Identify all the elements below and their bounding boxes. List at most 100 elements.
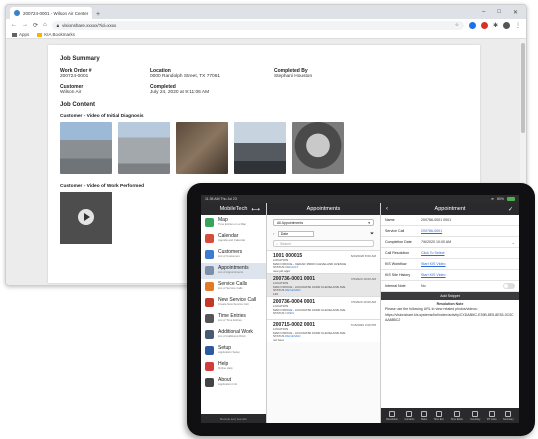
photo-thumbnail[interactable] (60, 122, 112, 174)
nav-item-about[interactable]: About Application Info (201, 375, 266, 391)
additional-work-icon (205, 330, 214, 339)
reload-icon[interactable]: ⟳ (33, 22, 38, 29)
detail-key: KIS Workflow (385, 262, 407, 266)
nav-item-text: Help Online Help (218, 361, 233, 370)
nav-item-customers[interactable]: Customers List of Customers (201, 247, 266, 263)
minimize-icon[interactable]: – (482, 9, 485, 16)
forward-icon[interactable]: → (22, 22, 28, 28)
appointment-row[interactable]: 200736-0001 0001 7/6/2020 10:00 AM LOCATIO… (267, 273, 380, 296)
toolbar-summary[interactable]: Summary (503, 410, 514, 421)
checkmark-icon[interactable]: ✓ (508, 206, 513, 213)
internal-note-toggle[interactable] (503, 283, 515, 289)
star-icon[interactable]: ☆ (455, 22, 459, 28)
job-content-heading: Job Content (60, 102, 95, 108)
bookmark-apps[interactable]: Apps (12, 32, 29, 37)
sort-arrow-icon[interactable]: ↑ (273, 232, 275, 236)
nav-item-new-service-call[interactable]: New Service Call Create New Service Call (201, 295, 266, 311)
toolbar-resolution[interactable]: Resolution (386, 410, 398, 421)
nav-item-text: New Service Call Create New Service Call (218, 297, 256, 306)
detail-row-call-resolution[interactable]: Call Resolution Click To Select (381, 248, 519, 259)
appointment-row[interactable]: 200715-0002 0001 7/15/2020 2:00 PM LOCATIO… (267, 319, 380, 342)
url-field[interactable]: 🔒︎ visionshare.xxxxx/?id=xxxx ☆ (51, 20, 464, 30)
toolbar-rt-links[interactable]: RT Links (487, 410, 497, 421)
detail-value[interactable]: Click To Select (421, 251, 445, 255)
photo-thumbnail[interactable] (234, 122, 286, 174)
customers-icon (205, 250, 214, 259)
maximize-icon[interactable]: □ (497, 9, 501, 16)
screenshot-root: 200724-0001 - Wilson Air Center × + – □ … (0, 0, 538, 439)
detail-value[interactable]: Start KIS Video (421, 262, 446, 266)
appointment-row[interactable]: 200736-0004 0001 7/6/2020 10:00 AM LOCATIO… (267, 296, 380, 319)
back-icon[interactable]: ← (11, 22, 17, 28)
scrollbar-thumb[interactable] (521, 43, 525, 133)
map-icon (205, 218, 214, 227)
nav-item-time-entries[interactable]: Time Entries List of Time Entries (201, 311, 266, 327)
detail-row-name[interactable]: Name 200766-0001 0001 (381, 215, 519, 226)
profile-avatar[interactable] (503, 21, 510, 29)
detail-key: Name (385, 218, 395, 222)
toolbar-tasks[interactable]: Tasks (421, 410, 427, 421)
work-performed-video[interactable] (60, 192, 112, 244)
nav-item-additional-work[interactable]: Additional Work List of Additional Work (201, 327, 266, 343)
photo-thumbnail[interactable] (176, 122, 228, 174)
nav-item-map[interactable]: Map Time Entries on a Map (201, 215, 266, 231)
browser-tab[interactable]: 200724-0001 - Wilson Air Center × (10, 7, 92, 19)
status-label: STATUS (273, 311, 285, 316)
close-tab-icon[interactable]: × (91, 10, 92, 16)
filter-icon[interactable]: ⏷ (370, 231, 374, 237)
nav-item-appointments[interactable]: Appointments List of Appointments (201, 263, 266, 279)
detail-key: Call Resolution (385, 251, 410, 255)
detail-value[interactable]: Start KIS Video (421, 273, 446, 277)
detail-row-internal-note[interactable]: Internal Note No (381, 281, 519, 292)
puzzle-icon[interactable]: ✱ (493, 22, 498, 29)
appointment-filter-select[interactable]: All Appointments ▾ (273, 219, 374, 226)
expand-icon[interactable]: ⟷ (251, 206, 260, 213)
close-window-icon[interactable]: ✕ (513, 9, 518, 16)
back-chevron-icon[interactable]: ‹ (386, 206, 388, 212)
detail-row-completion-date[interactable]: Completion Date 7/6/2020 10:00 AM ⌄ (381, 237, 519, 248)
sort-select[interactable]: Date (277, 231, 314, 237)
nav-item-calendar[interactable]: Calendar Agenda and Calendar (201, 231, 266, 247)
nav-header: MobileTech ⟷ (201, 203, 266, 215)
tab-bar: 200724-0001 - Wilson Air Center × + – □ … (6, 5, 526, 19)
home-icon[interactable]: ⌂ (43, 22, 47, 28)
detail-row-kis-site-history[interactable]: KIS Site History Start KIS Video (381, 270, 519, 281)
detail-toolbar: Resolution Contacts Tasks Time Ent. Time Est… (381, 408, 519, 423)
nav-item-help[interactable]: Help Online Help (201, 359, 266, 375)
photo-thumbnail[interactable] (118, 122, 170, 174)
job-summary-heading: Job Summary (60, 56, 100, 62)
new-tab-button[interactable]: + (96, 11, 100, 18)
appointment-date: 7/15/2020 2:00 PM (350, 323, 376, 327)
menu-kebab-icon[interactable]: ⋮ (515, 22, 521, 29)
nav-item-setup[interactable]: Setup Application Setup (201, 343, 266, 359)
nav-item-subtitle: List of Service Calls (218, 286, 243, 290)
extension-icon[interactable] (468, 21, 476, 29)
appointment-status: STATUS OPEN (273, 311, 374, 316)
add-snippet-button[interactable]: Add Snippet (381, 292, 519, 300)
status-value: OPEN (285, 311, 294, 316)
photo-thumbnail[interactable] (292, 122, 344, 174)
status-time: 11:35 AM Thu Jul 23 (205, 197, 237, 201)
detail-value[interactable]: 200766-0001 (421, 229, 442, 233)
nav-item-service-calls[interactable]: Service Calls List of Service Calls (201, 279, 266, 295)
toolbar-label: Summary (503, 417, 514, 421)
toolbar-label: Inventory (470, 417, 481, 421)
address-bar-row: ← → ⟳ ⌂ 🔒︎ visionshare.xxxxx/?id=xxxx ☆ … (6, 19, 526, 31)
appointment-row[interactable]: 1001 000015 6/23/2020 8:00 AM LOCATION MAIN… (267, 250, 380, 273)
play-icon[interactable] (78, 209, 94, 225)
toolbar-inventory[interactable]: Inventory (470, 410, 481, 421)
toolbar-icon (406, 410, 413, 417)
extension-icon[interactable] (480, 21, 488, 29)
toolbar-time-ent-[interactable]: Time Ent. (434, 410, 444, 421)
resolution-url[interactable]: https://visionshare.kis.systems/forlincl… (385, 313, 515, 322)
toolbar-contacts[interactable]: Contacts (404, 410, 414, 421)
nav-item-subtitle: List of Appointments (218, 270, 244, 274)
tab-title: 200724-0001 - Wilson Air Center (23, 10, 89, 16)
tablet-screen: 11:35 AM Thu Jul 23 ≋ 80% MobileTech ⟷ M… (201, 195, 519, 423)
detail-row-service-call[interactable]: Service Call 200766-0001 (381, 226, 519, 237)
search-input[interactable]: ⌕ Search (273, 240, 374, 247)
nav-item-text: About Application Info (218, 377, 237, 386)
toolbar-time-estim-[interactable]: Time Estim. (451, 410, 464, 421)
detail-row-kis-workflow[interactable]: KIS Workflow Start KIS Video (381, 259, 519, 270)
bookmark-folder[interactable]: KIA Bookmarks (37, 32, 75, 37)
